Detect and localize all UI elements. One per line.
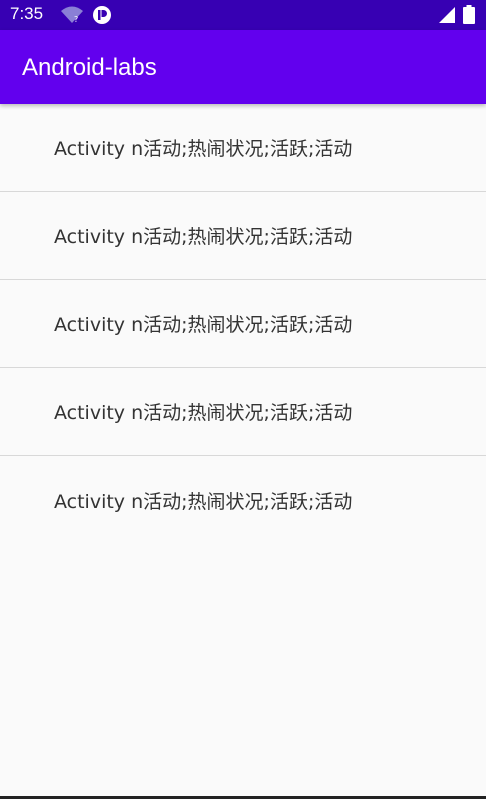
list-item[interactable]: Activity n活动;热闹状况;活跃;活动 [0, 368, 486, 456]
status-bar: 7:35 ? [0, 0, 486, 30]
list-item-label: Activity n活动;热闹状况;活跃;活动 [54, 402, 353, 424]
list-item[interactable]: Activity n活动;热闹状况;活跃;活动 [0, 280, 486, 368]
list-item[interactable]: Activity n活动;热闹状况;活跃;活动 [0, 192, 486, 280]
list-item-label: Activity n活动;热闹状况;活跃;活动 [54, 490, 353, 513]
battery-icon [463, 5, 475, 24]
list-item-label: Activity n活动;热闹状况;活跃;活动 [54, 226, 353, 248]
status-time: 7:35 [10, 4, 44, 23]
app-title: Android-labs [22, 54, 157, 81]
list-item-label: Activity n活动;热闹状况;活跃;活动 [54, 138, 353, 160]
app-notification-icon [93, 6, 111, 24]
wifi-unknown-icon: ? [61, 6, 83, 24]
svg-text:?: ? [74, 15, 78, 24]
list-item[interactable]: Activity n活动;热闹状况;活跃;活动 [0, 456, 486, 544]
signal-icon [439, 7, 455, 23]
list-item[interactable]: Activity n活动;热闹状况;活跃;活动 [0, 104, 486, 192]
app-bar: Android-labs [0, 30, 486, 104]
activity-list: Activity n活动;热闹状况;活跃;活动 Activity n活动;热闹状… [0, 104, 486, 544]
list-item-label: Activity n活动;热闹状况;活跃;活动 [54, 314, 353, 336]
